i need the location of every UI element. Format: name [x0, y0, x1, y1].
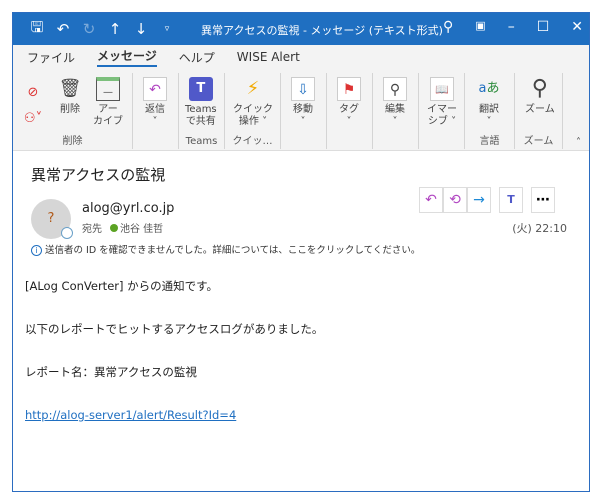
- tags-group: ⚑ タグ ˅: [327, 73, 373, 149]
- message-body: [ALog ConVerter] からの通知です。 以下のレポートでヒットするア…: [25, 279, 324, 422]
- archive-icon: —: [96, 77, 120, 101]
- teams-icon: T: [188, 77, 213, 101]
- title-bar: 🖫 ↶ ↻ ↑ ↓ ▿ 異常アクセスの監視 - メッセージ (テキスト形式) ⚲…: [13, 13, 589, 45]
- edit-group: ⚲ 編集 ˅: [373, 73, 419, 149]
- result-link[interactable]: http://alog-server1/alert/Result?Id=4: [25, 408, 236, 422]
- move-icon: ⇩: [291, 77, 315, 101]
- sender-id-infobar[interactable]: i 送信者の ID を確認できませんでした。詳細については、ここをクリックしてくだ…: [31, 242, 420, 256]
- tab-help[interactable]: ヘルプ: [179, 49, 215, 66]
- window-title: 異常アクセスの監視 - メッセージ (テキスト形式): [201, 24, 443, 37]
- collapse-ribbon-icon[interactable]: ˄: [576, 137, 581, 148]
- delete-group: ⊘ ⚇˅ 🗑 削除 — アー カイブ 削除: [13, 73, 133, 149]
- recipients: 宛先 池谷 佳哲: [82, 224, 164, 235]
- language-group: aあ 翻訳 ˅ 言語: [465, 73, 515, 149]
- ignore-icon: ⊘: [27, 85, 39, 100]
- ribbon-tabs: ファイル メッセージ ヘルプ WISE Alert: [13, 45, 589, 69]
- lightning-icon: ⚡: [246, 78, 260, 99]
- trash-icon: 🗑: [58, 78, 82, 99]
- outlook-message-window: 🖫 ↶ ↻ ↑ ↓ ▿ 異常アクセスの監視 - メッセージ (テキスト形式) ⚲…: [12, 12, 590, 492]
- ribbon-display-icon[interactable]: ▣: [475, 19, 485, 35]
- recipient-name[interactable]: 池谷 佳哲: [120, 224, 163, 235]
- sender-address[interactable]: alog@yrl.co.jp: [82, 201, 174, 216]
- move-button[interactable]: ⇩ 移動 ˅: [291, 77, 315, 128]
- flag-icon: ⚑: [337, 77, 361, 101]
- maximize-button[interactable]: ☐: [537, 19, 550, 35]
- move-group: ⇩ 移動 ˅: [281, 73, 327, 149]
- redo-icon: ↻: [82, 20, 96, 38]
- teams-group: T Teams で共有 Teams: [179, 73, 225, 149]
- zoom-icon: ⚲: [531, 76, 548, 101]
- presence-icon: [61, 227, 73, 239]
- respond-button[interactable]: ↶ 返信 ˅: [143, 77, 167, 128]
- translate-icon: aあ: [478, 81, 500, 96]
- message-pane: 異常アクセスの監視 ? alog@yrl.co.jp 宛先 池谷 佳哲 ↶ ⟲ →…: [13, 151, 589, 491]
- search-icon[interactable]: ⚲: [443, 19, 453, 35]
- minimize-button[interactable]: –: [508, 19, 515, 35]
- delete-button[interactable]: 🗑 削除: [58, 77, 82, 116]
- find-icon: ⚲: [383, 77, 407, 101]
- edit-button[interactable]: ⚲ 編集 ˅: [383, 77, 407, 128]
- ribbon: ⊘ ⚇˅ 🗑 削除 — アー カイブ 削除 ↶ 返信 ˅ T Teams で共有 Teams …: [13, 69, 589, 151]
- more-button[interactable]: ⋯: [531, 187, 555, 213]
- tab-file[interactable]: ファイル: [27, 49, 75, 66]
- tab-wise-alert[interactable]: WISE Alert: [237, 50, 300, 64]
- zoom-group: ⚲ ズーム ズーム: [515, 73, 563, 149]
- tab-message[interactable]: メッセージ: [97, 47, 157, 67]
- customize-icon[interactable]: ▿: [159, 24, 175, 34]
- info-icon: i: [31, 245, 42, 256]
- share-teams-button[interactable]: T Teams で共有: [185, 77, 217, 128]
- ignore-button[interactable]: ⊘: [21, 81, 45, 108]
- quick-steps-button[interactable]: ⚡ クイック 操作 ˅: [233, 77, 273, 128]
- undo-icon[interactable]: ↶: [55, 20, 71, 38]
- up-icon[interactable]: ↑: [107, 20, 123, 38]
- translate-button[interactable]: aあ 翻訳 ˅: [477, 77, 501, 128]
- reply-group: ↶ 返信 ˅: [133, 73, 179, 149]
- message-actions: ↶ ⟲ → T ⋯: [419, 187, 555, 213]
- forward-button[interactable]: →: [467, 187, 491, 213]
- down-icon[interactable]: ↓: [133, 20, 149, 38]
- close-button[interactable]: ✕: [571, 19, 583, 35]
- teams-share-button[interactable]: T: [499, 187, 523, 213]
- received-time: (火) 22:10: [512, 222, 567, 235]
- zoom-button[interactable]: ⚲ ズーム: [525, 77, 555, 116]
- reply-button[interactable]: ↶: [419, 187, 443, 213]
- tags-button[interactable]: ⚑ タグ ˅: [337, 77, 361, 128]
- immersive-group: 📖 イマー シブ ˅: [419, 73, 465, 149]
- reply-icon: ↶: [143, 77, 167, 101]
- online-status-icon: [110, 224, 118, 232]
- block-sender-icon: ⚇˅: [23, 111, 43, 126]
- quick-steps-group: ⚡ クイック 操作 ˅ クイッ…: [225, 73, 281, 149]
- save-icon[interactable]: 🖫: [29, 17, 45, 42]
- archive-button[interactable]: — アー カイブ: [93, 77, 123, 128]
- reply-all-button[interactable]: ⟲: [443, 187, 467, 213]
- immersive-reader-button[interactable]: 📖 イマー シブ ˅: [427, 77, 457, 128]
- immersive-reader-icon: 📖: [430, 77, 454, 101]
- message-subject: 異常アクセスの監視: [31, 166, 166, 184]
- block-button[interactable]: ⚇˅: [21, 107, 45, 134]
